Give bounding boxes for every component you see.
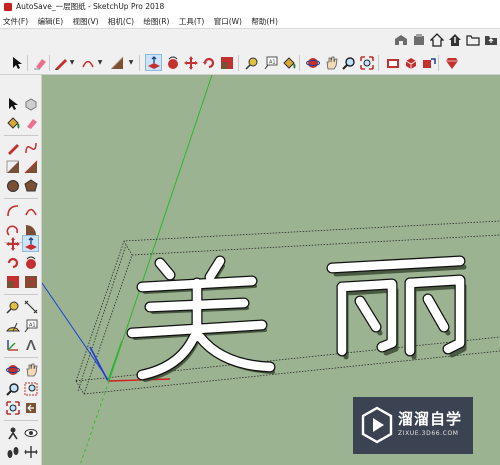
home-icon[interactable] xyxy=(428,31,445,48)
position-camera-icon[interactable] xyxy=(4,424,21,441)
zoom-window-icon[interactable] xyxy=(22,380,39,397)
toolbar-separator xyxy=(4,294,38,295)
toolbar-separator xyxy=(238,55,239,71)
zoom-icon[interactable] xyxy=(4,380,21,397)
push-pull-icon[interactable] xyxy=(145,54,162,71)
toolbar-separator xyxy=(4,420,38,421)
toolbar-separator xyxy=(27,55,28,71)
section-plane-icon[interactable] xyxy=(22,443,39,460)
paint-bucket-icon[interactable] xyxy=(4,114,21,131)
title-bar: AutoSave_一层图纸 - SketchUp Pro 2018 xyxy=(0,0,500,14)
previous-view-icon[interactable] xyxy=(22,399,39,416)
axes-icon[interactable] xyxy=(4,336,21,353)
offset-icon[interactable] xyxy=(22,273,39,290)
watermark-title: 溜溜自学 xyxy=(398,410,463,428)
select-icon[interactable] xyxy=(8,54,25,71)
menu-file[interactable]: 文件(F) xyxy=(0,14,32,29)
chevron-down-icon[interactable]: ▼ xyxy=(68,59,76,67)
orbit-icon[interactable] xyxy=(4,361,21,378)
chevron-down-icon[interactable]: ▼ xyxy=(96,59,104,67)
rectangle-icon[interactable] xyxy=(108,54,125,71)
component-icon[interactable] xyxy=(22,95,39,112)
zoom-icon[interactable] xyxy=(340,54,357,71)
tape-measure-icon[interactable] xyxy=(243,54,260,71)
move-icon[interactable] xyxy=(4,235,21,252)
arc-icon[interactable] xyxy=(79,54,96,71)
menu-camera[interactable]: 相机(C) xyxy=(105,14,138,29)
menu-window[interactable]: 窗口(W) xyxy=(211,14,246,29)
warehouse-icon[interactable] xyxy=(392,31,409,48)
walk-icon[interactable] xyxy=(4,443,21,460)
3d-text-icon[interactable] xyxy=(22,336,39,353)
pan-icon[interactable] xyxy=(22,361,39,378)
menu-draw[interactable]: 绘图(R) xyxy=(140,14,173,29)
pan-icon[interactable] xyxy=(322,54,339,71)
eraser-icon[interactable] xyxy=(31,54,48,71)
text-icon[interactable]: A1 xyxy=(22,317,39,334)
dimension-icon[interactable] xyxy=(22,298,39,315)
menu-view[interactable]: 视图(V) xyxy=(70,14,103,29)
paint-bucket-icon[interactable] xyxy=(280,54,297,71)
geo-location-icon[interactable] xyxy=(384,54,401,71)
extension-icon[interactable] xyxy=(410,31,427,48)
left-toolbar: A1 xyxy=(0,75,42,465)
upload-icon[interactable] xyxy=(446,31,463,48)
follow-me-icon[interactable] xyxy=(164,54,181,71)
toolbar-separator xyxy=(438,55,439,71)
line-icon[interactable] xyxy=(4,139,21,156)
toolbar-separator xyxy=(4,135,38,136)
circle-icon[interactable] xyxy=(4,177,21,194)
menu-bar: 文件(F) 编辑(E) 视图(V) 相机(C) 绘图(R) 工具(T) 窗口(W… xyxy=(0,14,500,29)
folder-icon[interactable] xyxy=(464,31,481,48)
select-icon[interactable] xyxy=(4,95,21,112)
menu-edit[interactable]: 编辑(E) xyxy=(35,14,68,29)
rotate-icon[interactable] xyxy=(200,54,217,71)
freehand-icon[interactable] xyxy=(22,139,39,156)
look-around-icon[interactable] xyxy=(22,424,39,441)
ruby-icon[interactable] xyxy=(443,54,460,71)
tape-measure-icon[interactable] xyxy=(4,298,21,315)
push-pull-icon[interactable] xyxy=(22,235,39,252)
two-point-arc-icon[interactable] xyxy=(22,202,39,219)
main-toolbar: ▼ ▼ ▼ A1 xyxy=(0,51,500,75)
polygon-icon[interactable] xyxy=(22,177,39,194)
text-icon[interactable]: A1 xyxy=(262,54,279,71)
rotated-rectangle-icon[interactable] xyxy=(22,158,39,175)
toolbar-separator xyxy=(4,198,38,199)
move-icon[interactable] xyxy=(182,54,199,71)
scale-icon[interactable] xyxy=(4,273,21,290)
chevron-down-icon[interactable]: ▼ xyxy=(127,59,135,67)
blue-axis xyxy=(42,282,110,382)
menu-help[interactable]: 帮助(H) xyxy=(248,14,282,29)
follow-me-icon[interactable] xyxy=(22,254,39,271)
toolbar-separator xyxy=(378,55,379,71)
toolbar-separator xyxy=(49,55,50,71)
rotate-icon[interactable] xyxy=(4,254,21,271)
protractor-icon[interactable] xyxy=(4,317,21,334)
menu-tools[interactable]: 工具(T) xyxy=(176,14,208,29)
shadow-icon[interactable] xyxy=(402,54,419,71)
top-toolbar xyxy=(0,29,500,51)
share-icon[interactable] xyxy=(482,31,499,48)
svg-text:A1: A1 xyxy=(269,59,276,65)
window-title: AutoSave_一层图纸 - SketchUp Pro 2018 xyxy=(16,2,165,11)
toolbar-separator xyxy=(139,55,140,71)
toolbar-separator xyxy=(299,55,300,71)
components-icon[interactable] xyxy=(420,54,437,71)
scale-icon[interactable] xyxy=(218,54,235,71)
sketchup-logo-icon xyxy=(4,3,12,11)
watermark-logo-icon xyxy=(361,406,393,444)
watermark-url: ZIXUE.3D66.COM xyxy=(398,430,459,437)
zoom-extents-icon[interactable] xyxy=(358,54,375,71)
svg-text:A1: A1 xyxy=(29,322,36,328)
toolbar-separator xyxy=(4,357,38,358)
rectangle-icon[interactable] xyxy=(4,158,21,175)
watermark: 溜溜自学 ZIXUE.3D66.COM xyxy=(353,397,473,454)
pencil-icon[interactable] xyxy=(52,54,69,71)
arc-icon[interactable] xyxy=(4,202,21,219)
zoom-extents-icon[interactable] xyxy=(4,399,21,416)
3d-text-mei[interactable] xyxy=(126,255,276,382)
orbit-icon[interactable] xyxy=(304,54,321,71)
eraser-icon[interactable] xyxy=(22,114,39,131)
